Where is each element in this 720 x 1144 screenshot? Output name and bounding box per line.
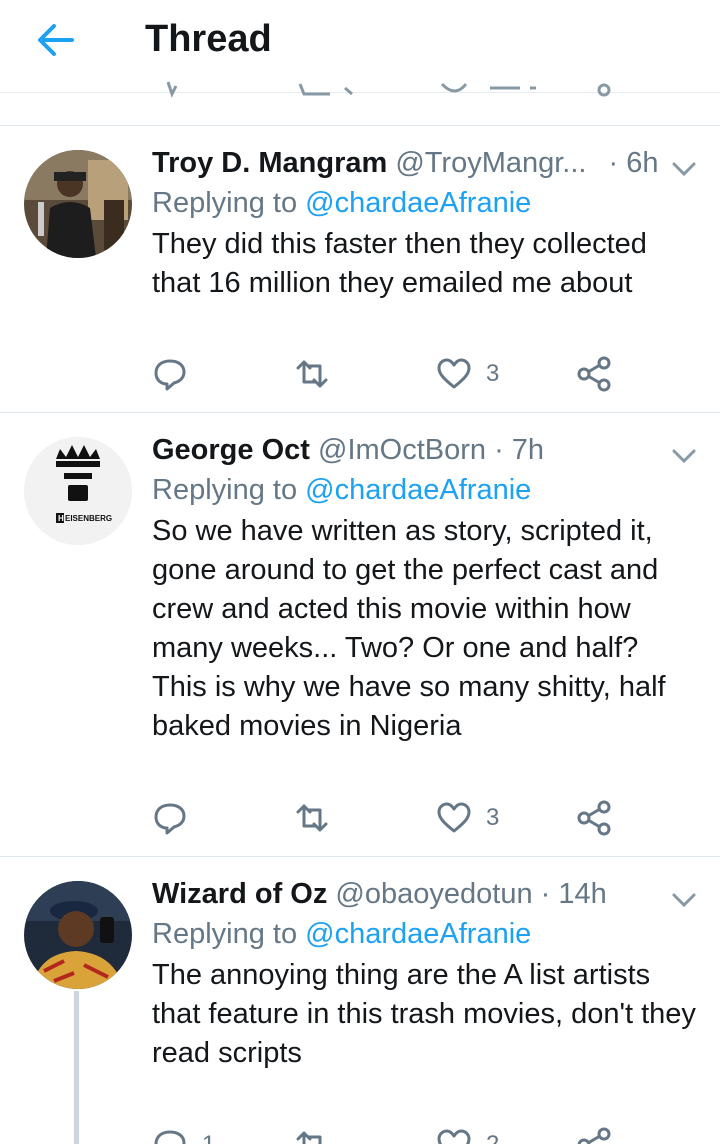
like-button[interactable]: 3 [436, 352, 499, 396]
author-handle[interactable]: @ImOctBorn [318, 434, 486, 466]
heart-icon [437, 1129, 471, 1144]
retweet-button[interactable] [294, 352, 330, 396]
share-button[interactable] [576, 352, 612, 396]
tweet-actions: 1 2 [152, 1123, 632, 1144]
replying-to-label: Replying to [152, 187, 306, 219]
tweet-content: George Oct @ImOctBorn · 7h Replying to @… [152, 431, 697, 746]
like-button[interactable]: 3 [436, 796, 499, 840]
author-handle[interactable]: @TroyMangr... [395, 147, 586, 179]
tweet-item[interactable]: H EISENBERG George Oct @ImOctBorn · 7h R… [0, 413, 720, 856]
share-icon [577, 1127, 611, 1144]
heart-icon [437, 358, 471, 389]
tweet-header: George Oct @ImOctBorn · 7h [152, 431, 697, 469]
chevron-down-icon[interactable] [670, 890, 698, 910]
reply-icon [154, 359, 186, 391]
tweet-text: They did this faster then they collected… [152, 228, 647, 299]
mention-link[interactable]: @chardaeAfranie [305, 187, 531, 219]
tweet-text: The annoying thing are the A list artist… [152, 959, 696, 1069]
share-icon [577, 356, 611, 392]
retweet-icon [296, 804, 328, 832]
reply-icon [154, 1130, 186, 1144]
author-name[interactable]: Troy D. Mangram [152, 147, 387, 179]
retweet-icon [296, 1131, 322, 1144]
tweet-item[interactable]: Troy D. Mangram @TroyMangr... · 6h Reply… [0, 126, 720, 412]
reply-button[interactable] [152, 796, 188, 840]
tweet-content: Wizard of Oz @obaoyedotun · 14h Replying… [152, 875, 697, 1073]
retweet-button[interactable] [294, 1123, 330, 1144]
app-header: Thread [0, 0, 720, 98]
share-button[interactable] [576, 1123, 612, 1144]
replying-to: Replying to @chardaeAfranie [152, 471, 697, 509]
arrow-left-icon[interactable] [36, 20, 76, 60]
tweet-time: · 6h [608, 147, 659, 179]
replying-to: Replying to @chardaeAfranie [152, 184, 697, 222]
tweet-time: · 7h [494, 434, 545, 466]
replying-to: Replying to @chardaeAfranie [152, 915, 697, 953]
reply-button[interactable]: 1 [152, 1123, 215, 1144]
avatar-logo-letter: H [58, 514, 64, 523]
avatar-logo-text: EISENBERG [65, 514, 113, 523]
mention-link[interactable]: @chardaeAfranie [305, 474, 531, 506]
previous-tweet-actions-peek [0, 80, 720, 100]
tweet-actions: 3 [152, 796, 632, 840]
author-name[interactable]: Wizard of Oz [152, 878, 327, 910]
chevron-down-icon[interactable] [670, 446, 698, 466]
like-count: 2 [486, 1131, 499, 1144]
tweet-header: Troy D. Mangram @TroyMangr... · 6h [152, 144, 697, 182]
retweet-button[interactable] [294, 796, 330, 840]
tweet-actions: 3 [152, 352, 632, 396]
author-handle[interactable]: @obaoyedotun [335, 878, 532, 910]
share-button[interactable] [576, 796, 612, 840]
tweet-header: Wizard of Oz @obaoyedotun · 14h [152, 875, 697, 913]
avatar[interactable]: H EISENBERG [24, 437, 132, 545]
heart-icon [437, 802, 471, 833]
avatar[interactable] [24, 881, 132, 989]
reply-icon [154, 803, 186, 835]
thread-connector-line [74, 991, 79, 1144]
like-count: 3 [486, 360, 500, 387]
tweet-content: Troy D. Mangram @TroyMangr... · 6h Reply… [152, 144, 697, 303]
retweet-icon [296, 360, 328, 388]
like-count: 3 [486, 804, 500, 831]
tweet-time: · 14h [540, 878, 607, 910]
avatar[interactable] [24, 150, 132, 258]
reply-count: 1 [202, 1131, 215, 1144]
replying-to-label: Replying to [152, 474, 306, 506]
reply-button[interactable] [152, 352, 188, 396]
tweet-item[interactable]: Wizard of Oz @obaoyedotun · 14h Replying… [0, 857, 720, 1144]
author-name[interactable]: George Oct [152, 434, 310, 466]
like-button[interactable]: 2 [436, 1123, 499, 1144]
replying-to-label: Replying to [152, 918, 306, 950]
chevron-down-icon[interactable] [670, 159, 698, 179]
mention-link[interactable]: @chardaeAfranie [305, 918, 531, 950]
page-title: Thread [145, 18, 272, 60]
share-icon [577, 800, 611, 836]
tweet-text: So we have written as story, scripted it… [152, 515, 666, 742]
